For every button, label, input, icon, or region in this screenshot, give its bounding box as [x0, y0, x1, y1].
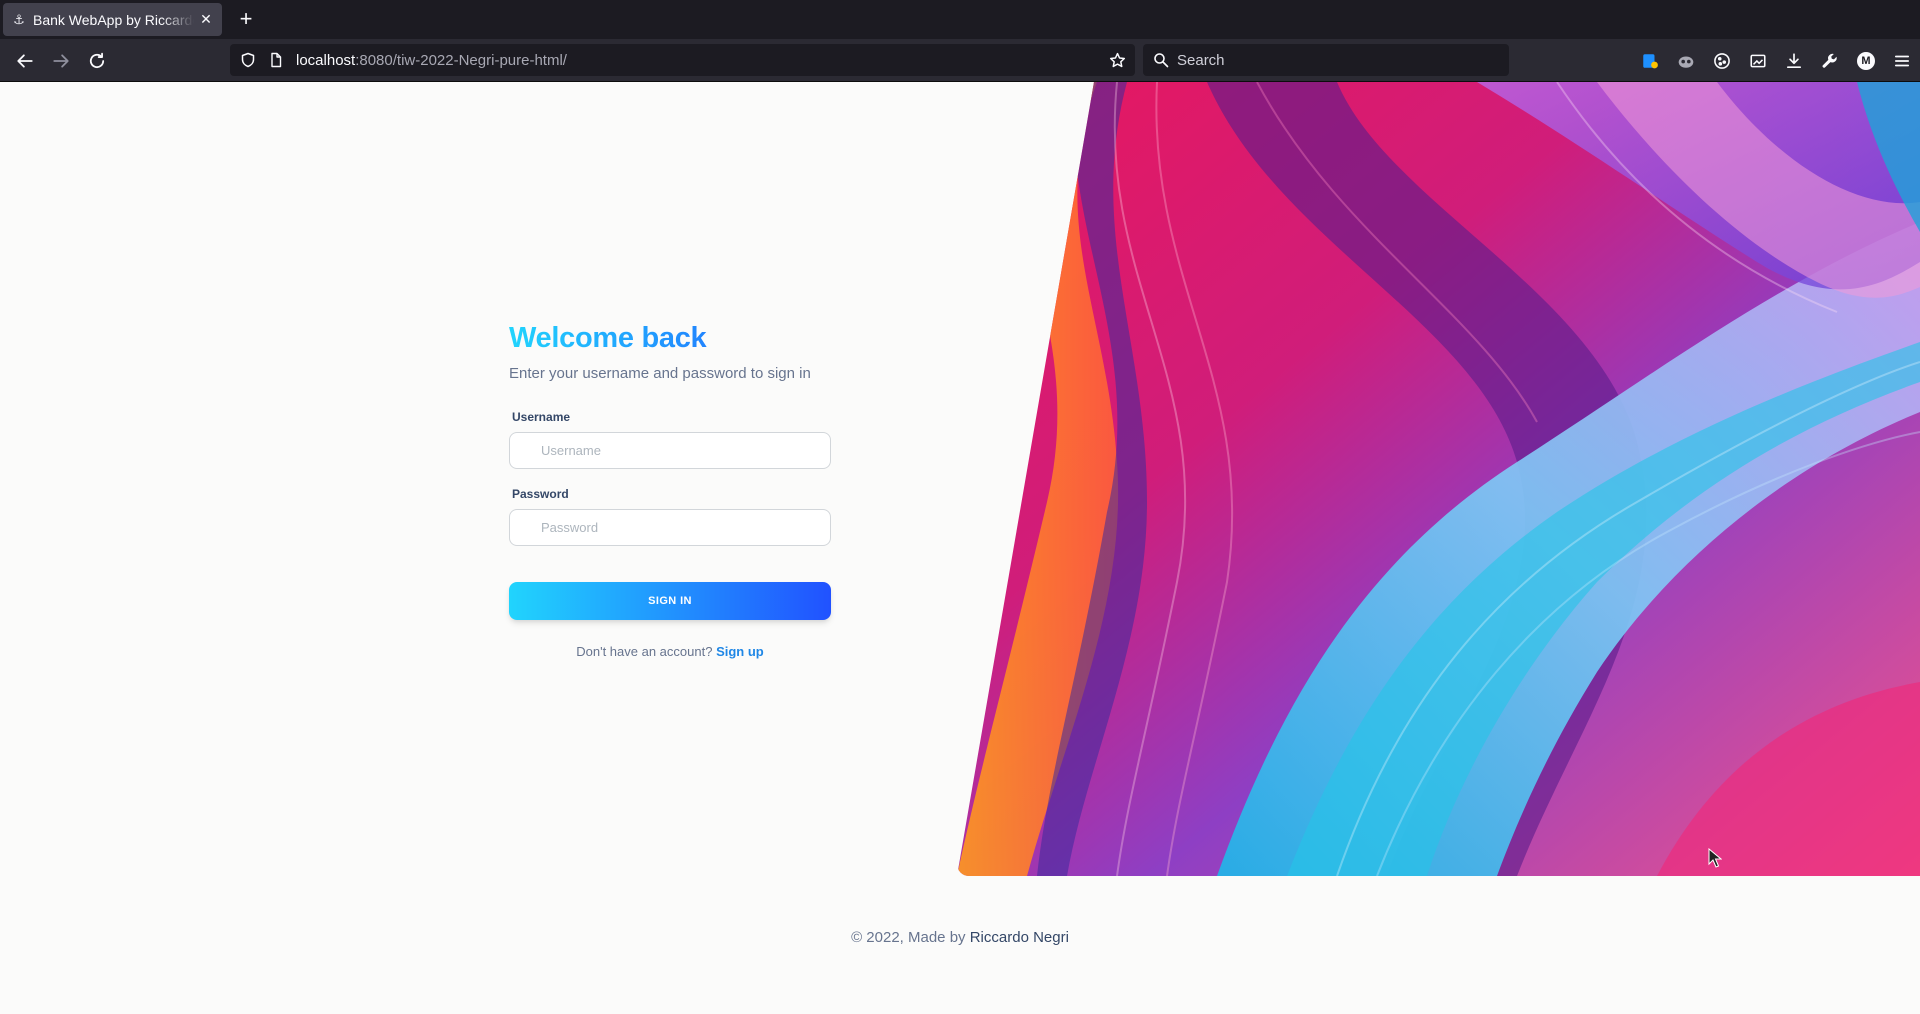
close-icon[interactable]: ✕: [198, 11, 214, 28]
url-host: localhost: [296, 51, 356, 69]
footer-author: Riccardo Negri: [969, 929, 1069, 946]
password-label: Password: [512, 487, 569, 501]
search-placeholder: Search: [1177, 51, 1225, 69]
search-icon: [1151, 50, 1171, 70]
plus-icon[interactable]: +: [234, 8, 258, 32]
url-bar[interactable]: localhost:8080/tiw-2022-Negri-pure-html/: [230, 44, 1135, 76]
browser-tab[interactable]: ⚓ Bank WebApp by Riccardo Negri ✕: [3, 3, 222, 36]
sign-up-link[interactable]: Sign up: [716, 644, 764, 659]
footer: © 2022, Made by Riccardo Negri: [0, 929, 1920, 946]
wrench-icon[interactable]: [1812, 39, 1848, 82]
anchor-icon: ⚓: [13, 11, 25, 27]
account-initial: M: [1857, 51, 1875, 70]
username-label: Username: [512, 410, 571, 424]
page-title: Welcome back: [509, 322, 831, 355]
bookmark-star-icon[interactable]: [1107, 50, 1127, 70]
url-text[interactable]: localhost:8080/tiw-2022-Negri-pure-html/: [296, 52, 567, 69]
account-icon[interactable]: M: [1848, 39, 1884, 82]
screenshot-icon[interactable]: [1740, 39, 1776, 82]
signup-prompt-text: Don't have an account?: [576, 644, 713, 659]
abstract-wave-art: [957, 82, 1920, 876]
extension-icon[interactable]: [1632, 39, 1668, 82]
forward-arrow-icon[interactable]: [48, 48, 74, 74]
cookie-icon[interactable]: [1704, 39, 1740, 82]
sign-in-button[interactable]: SIGN IN: [509, 582, 831, 620]
signup-prompt: Don't have an account? Sign up: [509, 644, 831, 659]
password-input[interactable]: [509, 509, 831, 546]
reload-icon[interactable]: [84, 48, 110, 74]
page-content: Welcome back Enter your username and pas…: [0, 82, 1920, 1014]
privacy-icon[interactable]: [1668, 39, 1704, 82]
hero-image: [957, 82, 1920, 876]
username-input[interactable]: [509, 432, 831, 469]
download-icon[interactable]: [1776, 39, 1812, 82]
page-subtitle: Enter your username and password to sign…: [509, 365, 811, 382]
browser-toolbar: M: [1632, 39, 1920, 82]
mouse-cursor-icon: [1708, 848, 1722, 868]
search-bar[interactable]: Search: [1143, 44, 1509, 76]
back-arrow-icon[interactable]: [12, 48, 38, 74]
shield-icon[interactable]: [238, 50, 258, 70]
page-icon[interactable]: [266, 50, 286, 70]
browser-nav-bar: localhost:8080/tiw-2022-Negri-pure-html/…: [0, 39, 1920, 82]
browser-tab-bar: ⚓ Bank WebApp by Riccardo Negri ✕ +: [0, 0, 1920, 39]
login-form: Welcome back Enter your username and pas…: [509, 322, 831, 659]
tab-title: Bank WebApp by Riccardo Negri: [33, 11, 194, 28]
url-path: :8080/tiw-2022-Negri-pure-html/: [355, 51, 567, 69]
footer-copyright: © 2022, Made by: [851, 929, 966, 946]
menu-icon[interactable]: [1884, 39, 1920, 82]
